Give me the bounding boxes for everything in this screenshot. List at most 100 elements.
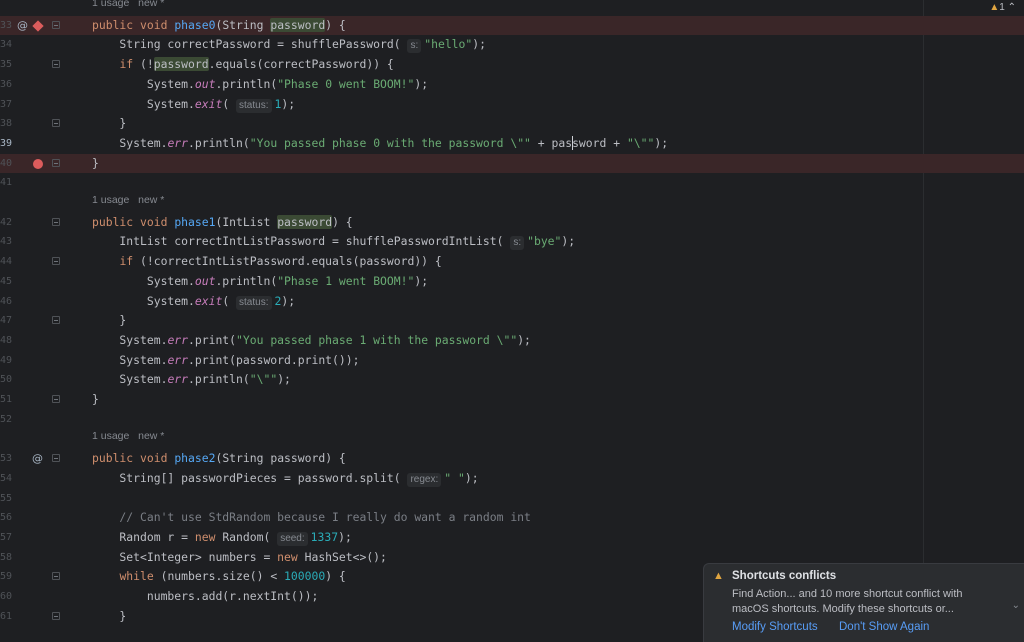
code-line[interactable]: 52 — [0, 410, 1024, 430]
code-line[interactable]: 54 String[] passwordPieces = password.sp… — [0, 469, 1024, 489]
code-text[interactable]: } — [92, 114, 126, 134]
code-text[interactable]: if (!password.equals(correctPassword)) { — [92, 55, 394, 75]
code-line[interactable]: 42 public void phase1(IntList password) { — [0, 213, 1024, 233]
code-text[interactable]: IntList correctIntListPassword = shuffle… — [92, 232, 575, 252]
line-number[interactable]: 44 — [0, 252, 12, 272]
line-number[interactable]: 41 — [0, 173, 12, 193]
code-text[interactable]: } — [92, 390, 99, 410]
line-number[interactable]: 46 — [0, 292, 12, 312]
line-number[interactable]: 56 — [0, 508, 12, 528]
code-text[interactable]: } — [92, 154, 99, 174]
fold-toggle-icon[interactable] — [52, 316, 60, 325]
code-text[interactable]: numbers.add(r.nextInt()); — [92, 587, 318, 607]
code-line[interactable]: 47 } — [0, 311, 1024, 331]
code-line[interactable]: 48 System.err.print("You passed phase 1 … — [0, 331, 1024, 351]
line-number[interactable]: 37 — [0, 95, 12, 115]
fold-toggle-icon[interactable] — [52, 20, 60, 29]
code-line[interactable]: 45 System.out.println("Phase 1 went BOOM… — [0, 272, 1024, 292]
modify-shortcuts-link[interactable]: Modify Shortcuts — [732, 621, 818, 633]
fold-toggle-icon[interactable] — [52, 60, 60, 69]
code-text[interactable]: System.out.println("Phase 0 went BOOM!")… — [92, 75, 428, 95]
fold-toggle-icon[interactable] — [52, 395, 60, 403]
code-line[interactable]: 35 if (!password.equals(correctPassword)… — [0, 55, 1024, 75]
code-text[interactable]: if (!correctIntListPassword.equals(passw… — [92, 252, 441, 272]
code-line[interactable]: 39 System.err.println("You passed phase … — [0, 134, 1024, 154]
line-number[interactable]: 57 — [0, 528, 12, 548]
usage-hint[interactable]: 1 usage new * — [92, 429, 164, 449]
line-number[interactable]: 42 — [0, 213, 12, 233]
code-text[interactable]: System.err.println("You passed phase 0 w… — [92, 134, 668, 154]
fold-toggle-icon[interactable] — [52, 119, 60, 128]
line-number[interactable]: 48 — [0, 331, 12, 351]
code-line[interactable]: 49 System.err.print(password.print()); — [0, 351, 1024, 371]
line-number[interactable]: 53 — [0, 449, 12, 469]
code-text[interactable]: public void phase2(String password) { — [92, 449, 346, 469]
fold-toggle-icon[interactable] — [52, 257, 60, 266]
code-text[interactable]: while (numbers.size() < 100000) { — [92, 567, 345, 587]
line-number[interactable]: 39 — [0, 134, 12, 154]
code-text[interactable]: String[] passwordPieces = password.split… — [92, 469, 479, 489]
usage-hint-row[interactable]: 1 usage new * — [0, 193, 1024, 213]
fold-toggle-icon[interactable] — [52, 158, 60, 167]
usage-hint-row[interactable]: 1 usage new * — [0, 0, 1024, 16]
code-line[interactable]: 40} — [0, 153, 1024, 174]
dont-show-again-link[interactable]: Don't Show Again — [839, 621, 929, 633]
chevron-down-icon[interactable]: ⌄ — [1012, 600, 1020, 611]
line-number[interactable] — [0, 193, 12, 213]
code-text[interactable]: String correctPassword = shufflePassword… — [92, 35, 486, 55]
usage-hint[interactable]: 1 usage new * — [92, 193, 164, 213]
code-text[interactable]: System.err.print("You passed phase 1 wit… — [92, 331, 531, 351]
override-icon[interactable]: @ — [32, 449, 43, 469]
code-text[interactable]: System.exit( status: 1); — [92, 95, 295, 115]
line-number[interactable] — [0, 0, 12, 16]
usage-hint-row[interactable]: 1 usage new * — [0, 429, 1024, 449]
line-number[interactable]: 34 — [0, 35, 12, 55]
line-number[interactable]: 45 — [0, 272, 12, 292]
code-line[interactable]: 50 System.err.println("\""); — [0, 370, 1024, 390]
code-line[interactable]: 57 Random r = new Random( seed: 1337); — [0, 528, 1024, 548]
code-text[interactable]: System.err.println("\""); — [92, 370, 290, 390]
code-line[interactable]: 46 System.exit( status: 2); — [0, 292, 1024, 312]
code-line[interactable]: 41 — [0, 173, 1024, 193]
code-line[interactable]: 36 System.out.println("Phase 0 went BOOM… — [0, 75, 1024, 95]
usage-hint[interactable]: 1 usage new * — [92, 0, 164, 16]
line-number[interactable]: 47 — [0, 311, 12, 331]
code-text[interactable]: } — [92, 607, 126, 627]
code-text[interactable]: public void phase1(IntList password) { — [92, 213, 353, 233]
fold-toggle-icon[interactable] — [52, 217, 60, 226]
code-editor[interactable]: ▲1 ⌃ 1 usage new * 33 @ public void phase0(… — [0, 0, 1024, 642]
code-line[interactable]: 33 @ public void phase0(String password) { — [0, 15, 1024, 36]
line-number[interactable]: 38 — [0, 114, 12, 134]
line-number[interactable]: 55 — [0, 489, 12, 509]
code-text[interactable]: } — [92, 311, 126, 331]
code-text[interactable]: System.err.print(password.print()); — [92, 351, 359, 371]
code-line[interactable]: 53 @ public void phase2(String password) { — [0, 449, 1024, 469]
code-line[interactable]: 43 IntList correctIntListPassword = shuf… — [0, 232, 1024, 252]
line-number[interactable]: 52 — [0, 410, 12, 430]
breakpoint-icon[interactable] — [33, 158, 43, 169]
code-text[interactable]: public void phase0(String password) { — [92, 16, 346, 36]
code-text[interactable]: // Can't use StdRandom because I really … — [92, 508, 530, 528]
line-number[interactable]: 43 — [0, 232, 12, 252]
line-number[interactable]: 33 — [0, 16, 12, 36]
code-line[interactable]: 55 — [0, 489, 1024, 509]
code-text[interactable]: Set<Integer> numbers = new HashSet<>(); — [92, 548, 386, 568]
code-line[interactable]: 34 String correctPassword = shufflePassw… — [0, 35, 1024, 55]
fold-toggle-icon[interactable] — [52, 454, 60, 463]
line-number[interactable]: 35 — [0, 55, 12, 75]
code-text[interactable]: System.out.println("Phase 1 went BOOM!")… — [92, 272, 428, 292]
line-number[interactable]: 60 — [0, 587, 12, 607]
fold-toggle-icon[interactable] — [52, 611, 60, 620]
line-number[interactable]: 59 — [0, 567, 12, 587]
line-number[interactable] — [0, 429, 12, 449]
line-number[interactable]: 36 — [0, 75, 12, 95]
method-breakpoint-icon[interactable] — [32, 20, 44, 32]
line-number[interactable]: 50 — [0, 370, 12, 390]
code-line[interactable]: 51} — [0, 390, 1024, 410]
code-line[interactable]: 38 } — [0, 114, 1024, 134]
override-icon[interactable]: @ — [17, 16, 28, 36]
code-text[interactable]: System.exit( status: 2); — [92, 292, 295, 312]
line-number[interactable]: 58 — [0, 548, 12, 568]
code-line[interactable]: 44 if (!correctIntListPassword.equals(pa… — [0, 252, 1024, 272]
fold-toggle-icon[interactable] — [52, 572, 60, 581]
